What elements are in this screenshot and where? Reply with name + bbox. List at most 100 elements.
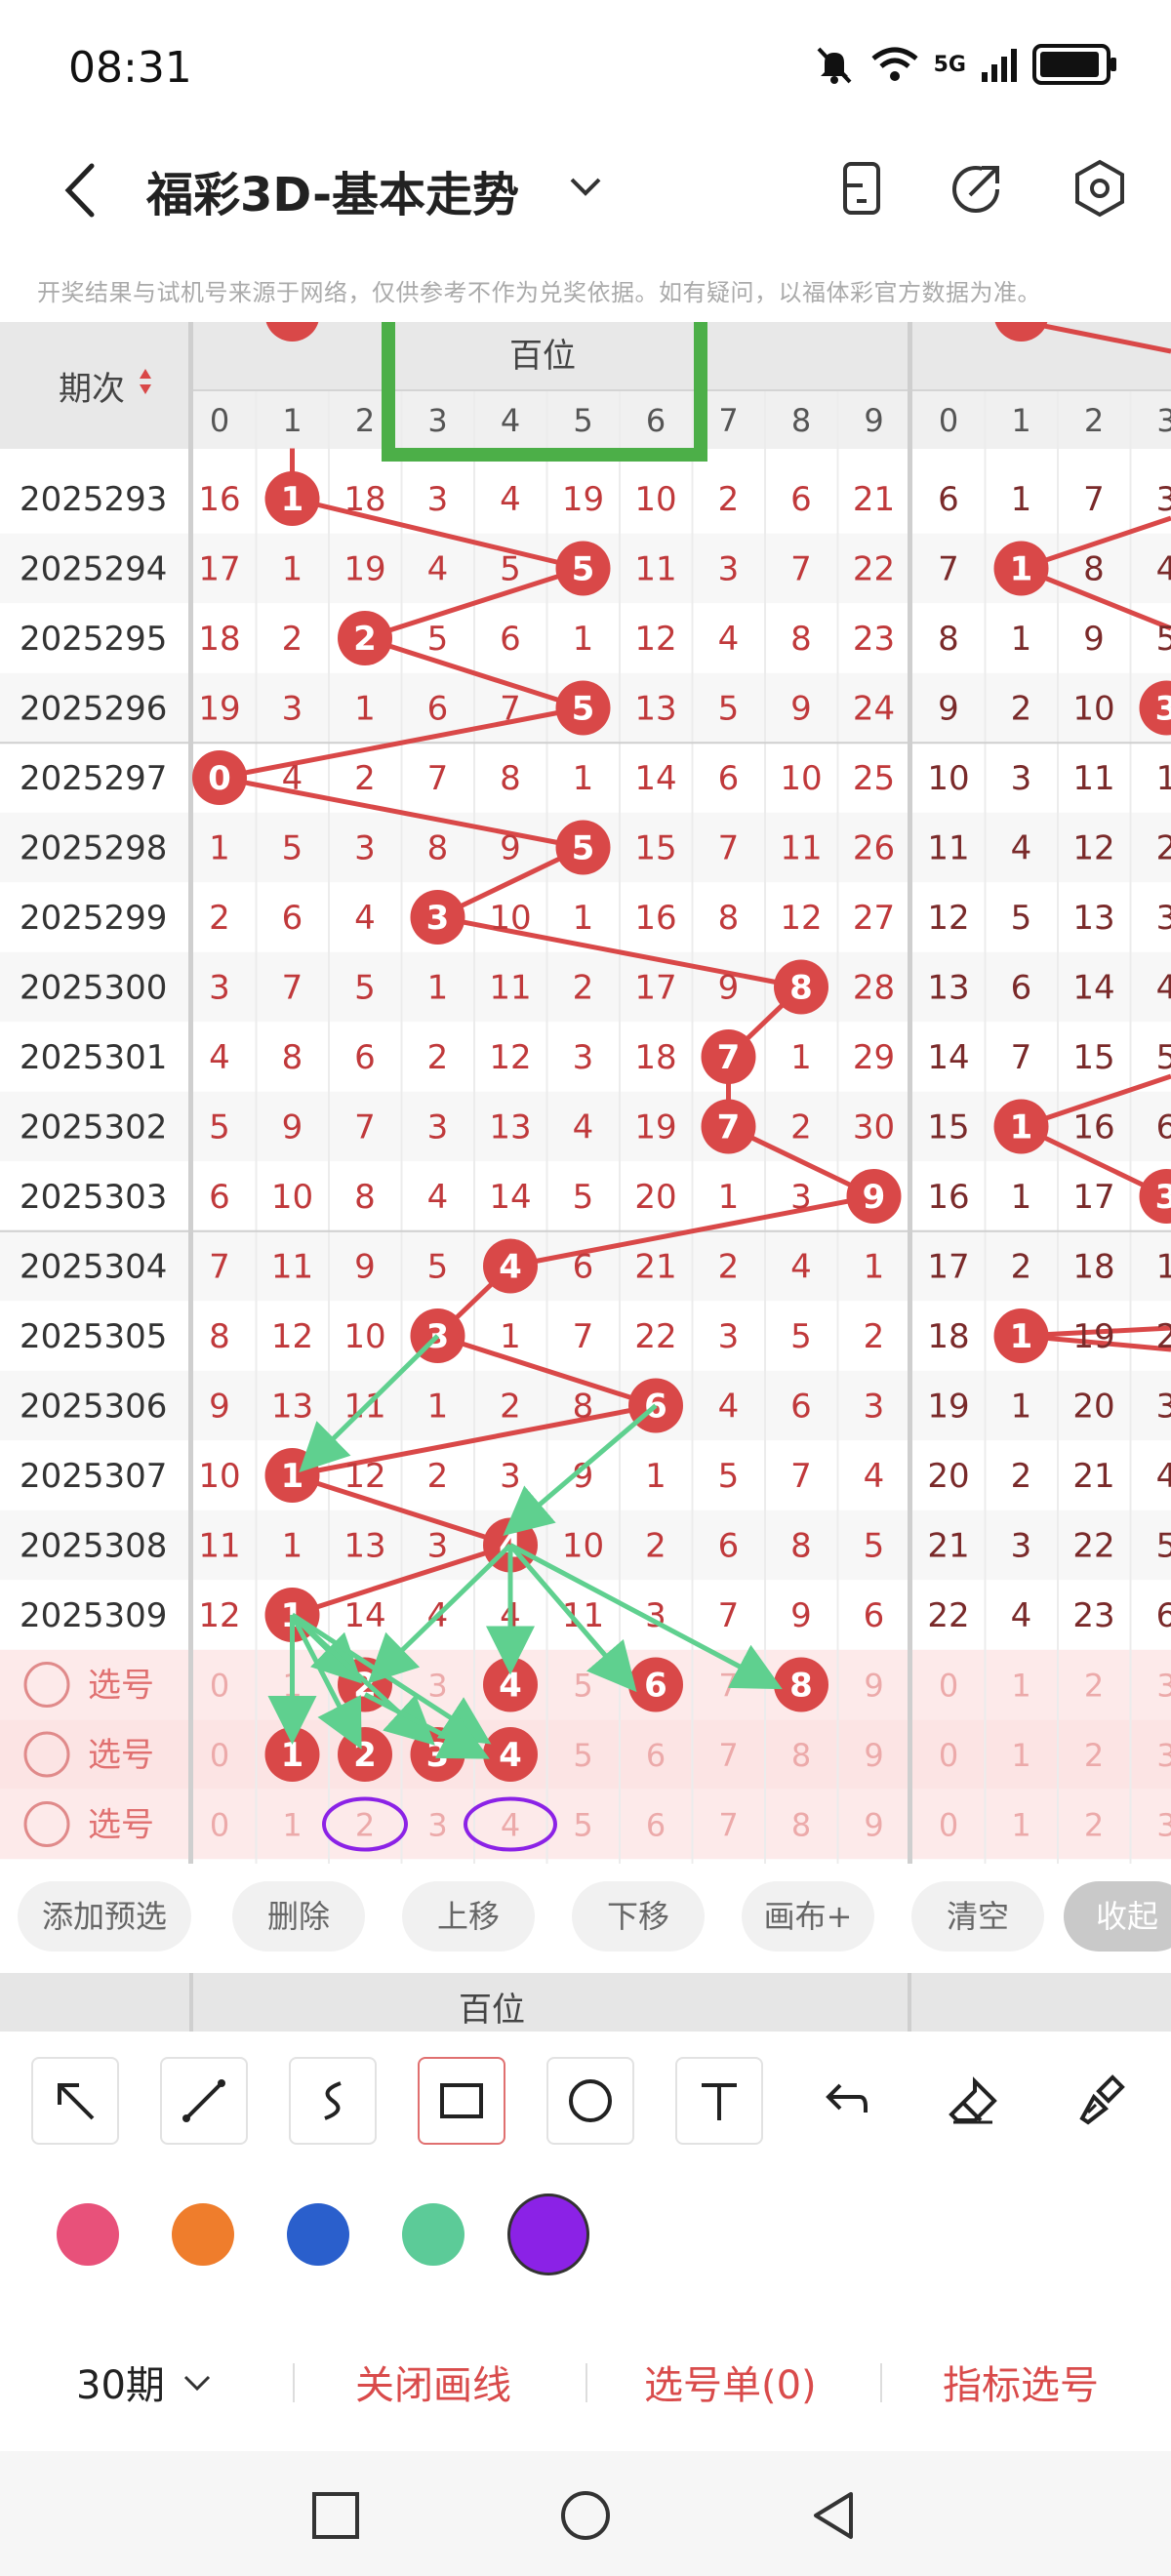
indicator-pick-button[interactable]: 指标选号 xyxy=(943,2354,1099,2410)
chevron-down-icon[interactable] xyxy=(564,166,607,209)
selected-ball-number: 3 xyxy=(426,1736,450,1775)
arrow-tool[interactable] xyxy=(31,2057,119,2145)
back-icon[interactable] xyxy=(806,2488,861,2543)
share-icon[interactable] xyxy=(945,156,1009,221)
omission-cell: 13 xyxy=(343,1527,385,1566)
hit-ball-number: 7 xyxy=(717,1108,741,1147)
omission-cell: 2 xyxy=(354,759,376,798)
pick-cell: 0 xyxy=(210,1807,229,1844)
color-palette xyxy=(0,2168,1171,2307)
trend-chart[interactable]: 期次 百位 0 1 2 3 4 5 6 7 8 9 0 1 2 3 2025293 16 1 18 3 4 19 10 2 6 21… xyxy=(0,322,1171,1864)
omission-cell: 9 xyxy=(354,1248,376,1287)
color-orange[interactable] xyxy=(172,2203,234,2266)
omission-cell: 11 xyxy=(780,829,822,868)
collapse-button[interactable]: 收起 xyxy=(1064,1881,1171,1952)
text-tool[interactable] xyxy=(675,2057,763,2145)
home-icon[interactable] xyxy=(558,2488,613,2543)
omission-cell: 18 xyxy=(634,1038,676,1077)
digit-header: 5 xyxy=(573,402,592,439)
text-icon xyxy=(702,2083,737,2120)
move-down-button[interactable]: 下移 xyxy=(572,1881,705,1952)
period-select[interactable]: 30期 xyxy=(76,2354,217,2410)
color-purple[interactable] xyxy=(507,2194,589,2275)
period-cell: 2025304 xyxy=(20,1248,167,1287)
recent-apps-icon[interactable] xyxy=(308,2488,363,2543)
tens-omission-cell: 23 xyxy=(1072,1596,1114,1635)
eraser-tool[interactable] xyxy=(929,2057,1017,2145)
omission-cell: 30 xyxy=(853,1108,895,1147)
period-cell: 2025303 xyxy=(20,1178,167,1217)
digit-header: 9 xyxy=(864,402,883,439)
page-title[interactable]: 福彩3D-基本走势 xyxy=(146,156,519,224)
omission-cell: 13 xyxy=(634,690,676,729)
color-blue[interactable] xyxy=(287,2203,349,2266)
curve-tool[interactable] xyxy=(289,2057,377,2145)
hit-ball-number: 0 xyxy=(208,759,231,798)
omission-cell: 11 xyxy=(198,1527,240,1566)
phone-layout-icon[interactable] xyxy=(829,156,894,221)
pick-row-label: 选号 xyxy=(88,1806,154,1845)
omission-cell: 6 xyxy=(790,1388,812,1427)
tens-omission-cell: 3 xyxy=(1156,480,1171,519)
tens-omission-cell: 5 xyxy=(1156,620,1171,659)
omission-cell: 19 xyxy=(198,690,240,729)
hit-ball-number: 3 xyxy=(426,899,450,938)
tens-omission-cell: 9 xyxy=(1083,620,1105,659)
add-preselect-button[interactable]: 添加预选 xyxy=(18,1881,191,1952)
circle-tool[interactable] xyxy=(546,2057,634,2145)
tens-omission-cell: 20 xyxy=(1072,1388,1114,1427)
omission-cell: 3 xyxy=(864,1388,885,1427)
system-nav-bar xyxy=(0,2451,1171,2576)
close-draw-button[interactable]: 关闭画线 xyxy=(355,2354,511,2410)
omission-cell: 5 xyxy=(864,1527,885,1566)
move-up-button[interactable]: 上移 xyxy=(402,1881,535,1952)
pick-cell: 8 xyxy=(791,1807,811,1844)
period-cell: 2025309 xyxy=(20,1596,167,1635)
digit-header: 8 xyxy=(791,402,811,439)
clear-button[interactable]: 清空 xyxy=(911,1881,1044,1952)
divider xyxy=(586,2363,587,2402)
tens-omission-cell: 6 xyxy=(1011,969,1032,1008)
omission-cell: 10 xyxy=(634,480,676,519)
tens-hit-number: 1 xyxy=(1010,550,1033,589)
omission-cell: 2 xyxy=(573,969,594,1008)
undo-tool[interactable] xyxy=(800,2057,888,2145)
tens-digit-header: 3 xyxy=(1156,402,1171,439)
divider xyxy=(293,2363,295,2402)
omission-cell: 23 xyxy=(853,620,895,659)
pick-cell: 1 xyxy=(282,1807,302,1844)
curve-icon xyxy=(324,2081,342,2120)
settings-icon[interactable] xyxy=(1068,156,1132,221)
omission-cell: 10 xyxy=(780,759,822,798)
trend-grid[interactable]: 期次百位0 1 2 3 4 5 6 7 8 9 0 1 2 32025293 16 1 18 3 4 19 10 2 6 21… xyxy=(0,322,1171,1864)
rectangle-tool[interactable] xyxy=(418,2057,505,2145)
tens-omission-cell: 1 xyxy=(1011,620,1032,659)
tens-omission-cell: 12 xyxy=(1072,829,1114,868)
omission-cell: 7 xyxy=(354,1108,376,1147)
pick-list-button[interactable]: 选号单(0) xyxy=(644,2354,817,2410)
omission-cell: 1 xyxy=(427,969,449,1008)
color-pink[interactable] xyxy=(57,2203,119,2266)
tens-omission-cell: 22 xyxy=(1072,1527,1114,1566)
omission-cell: 5 xyxy=(282,829,303,868)
delete-button[interactable]: 删除 xyxy=(232,1881,365,1952)
back-arrow-icon[interactable] xyxy=(51,156,109,224)
circle-icon xyxy=(569,2079,612,2122)
omission-cell: 6 xyxy=(282,899,303,938)
color-green[interactable] xyxy=(402,2203,464,2266)
omission-cell: 9 xyxy=(500,829,521,868)
omission-cell: 18 xyxy=(343,480,385,519)
tens-omission-cell: 1 xyxy=(1011,1178,1032,1217)
digit-header: 2 xyxy=(355,402,375,439)
battery-icon xyxy=(1032,44,1116,85)
digit-header: 0 xyxy=(210,402,229,439)
canvas-plus-button[interactable]: 画布+ xyxy=(742,1881,874,1952)
omission-cell: 1 xyxy=(573,899,594,938)
omission-cell: 3 xyxy=(718,1317,740,1356)
pick-cell: 0 xyxy=(210,1668,229,1705)
line-tool[interactable] xyxy=(160,2057,248,2145)
mute-bell-icon xyxy=(817,47,852,84)
omission-cell: 20 xyxy=(634,1178,676,1217)
brush-tool[interactable] xyxy=(1058,2057,1146,2145)
omission-cell: 11 xyxy=(271,1248,313,1287)
